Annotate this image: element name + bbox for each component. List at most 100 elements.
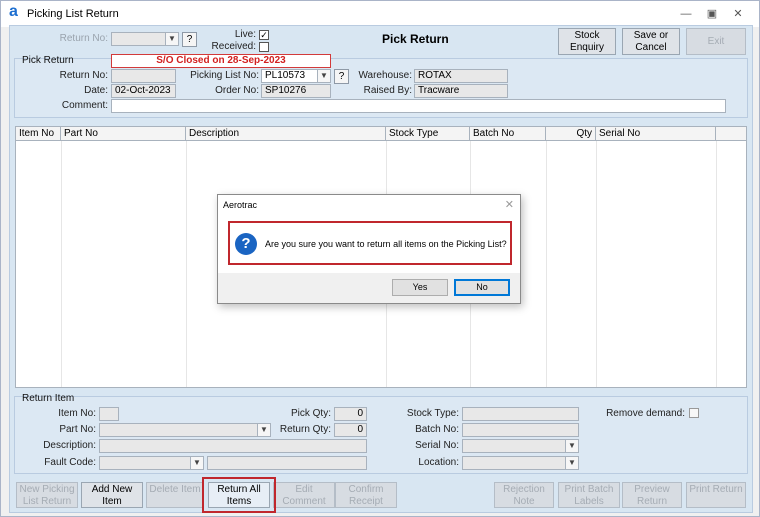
add-new-item-label: Add New Item	[91, 484, 133, 507]
dropdown-arrow-icon: ▼	[257, 424, 270, 436]
close-icon[interactable]: ✕	[727, 5, 749, 23]
print-batch-labels-label: Print Batch Labels	[564, 484, 614, 507]
delete-item-button[interactable]: Delete Item	[146, 482, 204, 508]
return-lookup-button[interactable]: ?	[182, 32, 197, 47]
remove-demand-label: Remove demand:	[606, 408, 685, 419]
col-serial-no[interactable]: Serial No	[596, 127, 716, 141]
save-or-cancel-button[interactable]: Save or Cancel	[622, 28, 680, 55]
rejection-note-button[interactable]: Rejection Note	[494, 482, 554, 508]
grid-divider	[596, 141, 597, 387]
description-label: Description:	[43, 440, 96, 451]
dropdown-arrow-icon: ▼	[317, 70, 330, 82]
picking-list-lookup-button[interactable]: ?	[334, 69, 349, 84]
fault-code-label: Fault Code:	[44, 457, 96, 468]
raised-by-label: Raised By:	[363, 85, 412, 96]
col-part-no[interactable]: Part No	[61, 127, 186, 141]
page-heading: Pick Return	[382, 32, 449, 46]
add-new-item-button[interactable]: Add New Item	[81, 482, 143, 508]
yes-button[interactable]: Yes	[392, 279, 448, 296]
minimize-icon[interactable]: —	[675, 5, 697, 23]
remove-demand-checkbox[interactable]	[689, 408, 699, 418]
item-no-field	[99, 407, 119, 421]
dropdown-arrow-icon: ▼	[165, 33, 178, 45]
live-label: Live:	[234, 29, 256, 40]
preview-return-button[interactable]: Preview Return	[622, 482, 682, 508]
raised-by-field: Tracware	[414, 84, 508, 98]
col-stock-type[interactable]: Stock Type	[386, 127, 470, 141]
stock-enquiry-label: Stock Enquiry	[570, 30, 604, 53]
window-title: Picking List Return	[27, 8, 119, 20]
dropdown-arrow-icon: ▼	[565, 457, 578, 469]
exit-button[interactable]: Exit	[686, 28, 746, 55]
date-field: 02-Oct-2023	[111, 84, 176, 98]
warehouse-label: Warehouse:	[358, 70, 412, 81]
picking-list-label: Picking List No:	[190, 70, 259, 81]
serial-no-select[interactable]: ▼	[462, 439, 579, 453]
picking-list-value: PL10573	[265, 70, 306, 81]
item-no-label: Item No:	[58, 408, 96, 419]
dialog-footer: Yes No	[218, 273, 520, 303]
print-return-button[interactable]: Print Return	[686, 482, 746, 508]
live-checkbox[interactable]: ✓	[259, 30, 269, 40]
return-no-label-top: Return No:	[59, 33, 108, 44]
grid-header: Item No Part No Description Stock Type B…	[16, 127, 746, 141]
return-no-label: Return No:	[59, 70, 108, 81]
col-qty[interactable]: Qty	[546, 127, 596, 141]
batch-no-label: Batch No:	[415, 424, 459, 435]
part-no-select[interactable]: ▼	[99, 423, 271, 437]
grid-divider	[716, 141, 717, 387]
pick-return-section-title: Pick Return	[22, 55, 74, 66]
new-picking-label: New Picking List Return	[19, 484, 75, 507]
grid-divider	[186, 141, 187, 387]
new-picking-list-return-button[interactable]: New Picking List Return	[16, 482, 78, 508]
status-banner: S/O Closed on 28-Sep-2023	[111, 54, 331, 68]
edit-comment-button[interactable]: Edit Comment	[273, 482, 335, 508]
warehouse-field: ROTAX	[414, 69, 508, 83]
dialog-body: ? Are you sure you want to return all it…	[218, 215, 520, 273]
stock-type-field	[462, 407, 579, 421]
preview-return-label: Preview Return	[634, 484, 670, 507]
fault-code-select[interactable]: ▼	[99, 456, 204, 470]
order-no-label: Order No:	[215, 85, 259, 96]
print-batch-labels-button[interactable]: Print Batch Labels	[558, 482, 620, 508]
order-no-field: SP10276	[261, 84, 331, 98]
maximize-icon[interactable]: ▣	[701, 5, 723, 23]
picking-list-select[interactable]: PL10573 ▼	[261, 69, 331, 83]
delete-item-label: Delete Item	[149, 484, 201, 495]
return-no-field	[111, 69, 176, 83]
confirm-receipt-button[interactable]: Confirm Receipt	[335, 482, 397, 508]
return-qty-field[interactable]: 0	[334, 423, 367, 437]
col-description[interactable]: Description	[186, 127, 386, 141]
return-all-items-highlight	[202, 477, 276, 513]
app-logo-icon: a	[9, 3, 18, 20]
stock-enquiry-button[interactable]: Stock Enquiry	[558, 28, 616, 55]
part-no-label: Part No:	[59, 424, 96, 435]
pick-qty-field: 0	[334, 407, 367, 421]
serial-no-label: Serial No:	[415, 440, 459, 451]
no-button[interactable]: No	[454, 279, 510, 296]
batch-no-field	[462, 423, 579, 437]
location-select[interactable]: ▼	[462, 456, 579, 470]
confirm-dialog: Aerotrac ✕ ? Are you sure you want to re…	[217, 194, 521, 304]
location-label: Location:	[418, 457, 459, 468]
title-bar: a Picking List Return — ▣ ✕	[1, 1, 759, 27]
received-checkbox[interactable]	[259, 42, 269, 52]
save-or-cancel-label: Save or Cancel	[633, 30, 669, 53]
grid-divider	[61, 141, 62, 387]
main-window: a Picking List Return — ▣ ✕ Return No: ▼…	[0, 0, 760, 517]
exit-label: Exit	[707, 36, 725, 47]
dropdown-arrow-icon: ▼	[565, 440, 578, 452]
col-batch-no[interactable]: Batch No	[470, 127, 546, 141]
dialog-message-highlight	[228, 221, 512, 265]
comment-field[interactable]	[111, 99, 726, 113]
stock-type-label: Stock Type:	[406, 408, 459, 419]
col-item-no[interactable]: Item No	[16, 127, 61, 141]
dropdown-arrow-icon: ▼	[190, 457, 203, 469]
date-label: Date:	[84, 85, 108, 96]
edit-comment-label: Edit Comment	[282, 484, 326, 507]
return-no-select[interactable]: ▼	[111, 32, 179, 46]
rejection-note-label: Rejection Note	[503, 484, 545, 507]
dialog-close-icon[interactable]: ✕	[505, 198, 514, 211]
print-return-label: Print Return	[689, 484, 743, 495]
dialog-title: Aerotrac	[223, 200, 258, 210]
